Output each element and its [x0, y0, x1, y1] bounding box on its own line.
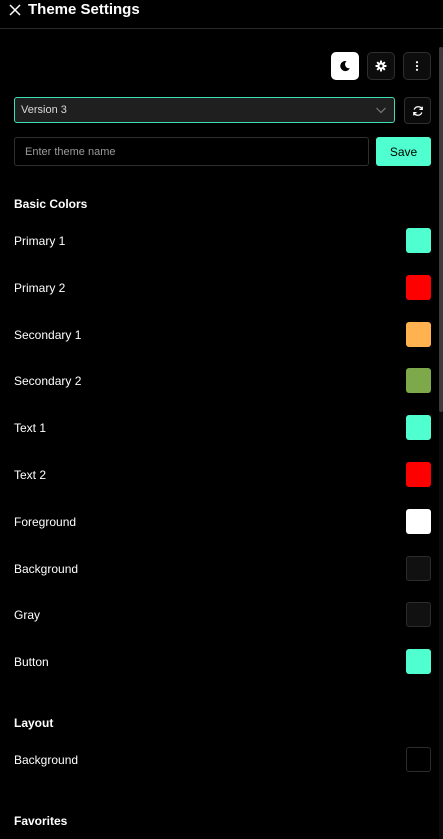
color-label: Foreground	[14, 514, 77, 529]
color-row-button: Button	[0, 649, 443, 675]
refresh-button[interactable]	[404, 97, 431, 124]
version-select[interactable]: Version 3	[14, 97, 395, 123]
color-label: Secondary 2	[14, 374, 82, 389]
color-label: Primary 2	[14, 280, 66, 295]
color-row-secondary-1: Secondary 1	[0, 321, 443, 348]
moon-icon	[340, 61, 350, 72]
save-button[interactable]: Save	[376, 137, 431, 166]
version-select-value: Version 3	[21, 104, 67, 116]
more-options-button[interactable]	[403, 52, 431, 80]
settings-button[interactable]	[367, 52, 395, 80]
color-swatch-foreground[interactable]	[406, 508, 431, 534]
color-label: Gray	[14, 608, 41, 623]
color-label: Background	[14, 561, 79, 576]
color-swatch-text-2[interactable]	[406, 462, 431, 487]
color-row-background: Background	[0, 747, 443, 773]
layout-heading: Layout	[14, 716, 54, 730]
color-label: Button	[14, 655, 49, 670]
theme-settings-panel: Theme Settings Version 3 Enter theme nam…	[0, 0, 443, 839]
color-swatch-primary-2[interactable]	[406, 274, 431, 300]
close-button[interactable]	[7, 2, 23, 18]
panel-header: Theme Settings	[0, 0, 443, 29]
theme-toggle-button[interactable]	[331, 52, 359, 80]
color-swatch-primary-1[interactable]	[406, 228, 431, 253]
color-swatch-background[interactable]	[406, 555, 431, 581]
color-swatch-button[interactable]	[406, 649, 431, 675]
gear-icon	[375, 60, 387, 72]
page-title: Theme Settings	[28, 1, 140, 18]
color-label: Background	[14, 753, 79, 767]
color-row-primary-2: Primary 2	[0, 274, 443, 301]
color-swatch-secondary-2[interactable]	[406, 368, 431, 394]
chevron-down-icon	[376, 107, 386, 114]
close-icon	[9, 4, 21, 16]
color-row-primary-1: Primary 1	[0, 228, 443, 254]
color-row-secondary-2: Secondary 2	[0, 368, 443, 394]
favorites-heading: Favorites	[14, 814, 68, 828]
color-label: Text 2	[14, 468, 47, 482]
color-swatch-background[interactable]	[406, 747, 431, 772]
color-row-text-2: Text 2	[0, 462, 443, 488]
color-label: Text 1	[14, 421, 47, 436]
color-label: Primary 1	[14, 234, 66, 248]
color-row-background: Background	[0, 555, 443, 582]
color-swatch-gray[interactable]	[406, 602, 431, 628]
color-swatch-secondary-1[interactable]	[406, 321, 431, 347]
color-row-text-1: Text 1	[0, 415, 443, 441]
theme-name-input[interactable]	[14, 137, 369, 166]
color-row-foreground: Foreground	[0, 508, 443, 535]
color-row-gray: Gray	[0, 602, 443, 628]
basic-colors-heading: Basic Colors	[14, 197, 88, 211]
refresh-icon	[412, 105, 423, 116]
kebab-menu-icon	[415, 61, 419, 71]
color-swatch-text-1[interactable]	[406, 415, 431, 441]
color-label: Secondary 1	[14, 327, 82, 342]
